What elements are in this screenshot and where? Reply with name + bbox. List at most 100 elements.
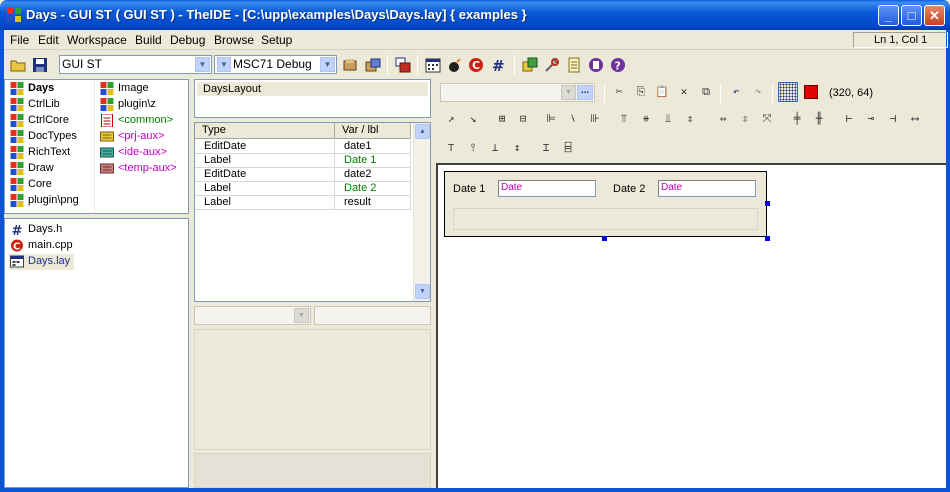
package-item[interactable]: <ide-aux> [99,145,167,161]
delete-icon[interactable]: ✕ [675,83,693,101]
align-left-icon[interactable]: ⊫ [542,110,560,128]
file-list[interactable]: # Days.h Cmain.cpp Days.lay [4,218,189,488]
anchor-top-icon[interactable]: ⊤ [442,139,460,157]
align-label-icon[interactable]: ⇕ [681,110,699,128]
cpp-icon[interactable]: C [468,57,484,73]
package-item[interactable]: Draw [9,161,54,177]
item-var-cell[interactable]: Date 2 [335,182,411,196]
menu-file[interactable]: File [10,33,29,47]
file-item[interactable]: Days.lay [9,254,75,270]
package-item[interactable]: Days [9,81,54,97]
title-bar[interactable]: Days - GUI ST ( GUI ST ) - TheIDE - [C:\… [0,0,950,30]
build-method-select[interactable]: ▼ MSC71 Debug ▼ [214,55,337,74]
dialog-preview[interactable]: Date 1 Date Date 2 Date [444,171,767,237]
packages-icon[interactable] [522,57,538,73]
anchor-vcenter-icon[interactable]: ⫯ [464,139,482,157]
align-right-icon[interactable]: ⊪ [586,110,604,128]
date1-label[interactable]: Date 1 [453,183,485,195]
header-hash-icon[interactable]: # [490,57,506,73]
anchor-hcenter-icon[interactable]: ⊸ [862,110,880,128]
package-item[interactable]: plugin\z [99,97,156,113]
package-item[interactable]: CtrlLib [9,97,60,113]
minimize-button[interactable]: _ [878,5,899,26]
menu-edit[interactable]: Edit [38,33,59,47]
duplicate-icon[interactable]: ⧉ [697,83,715,101]
align-top-icon[interactable]: ⫪ [615,110,633,128]
item-var-cell[interactable]: Date 1 [335,154,411,168]
anchor-hsize-icon[interactable]: ⟷ [906,110,924,128]
menu-browse[interactable]: Browse [214,33,254,47]
resize-handle-bottom[interactable] [602,236,607,241]
left-splitter[interactable] [190,79,193,488]
center-horizontal-icon[interactable]: ╫ [810,110,828,128]
package-item[interactable]: <temp-aux> [99,161,177,177]
chevron-down-icon[interactable]: ▼ [294,308,309,323]
scroll-up-button[interactable]: ▲ [415,124,430,139]
anchor-bottom-icon[interactable]: ⊥ [486,139,504,157]
file-item[interactable]: # Days.h [9,222,63,238]
package-item[interactable]: Core [9,177,52,193]
anchor-vcenter-fill-icon[interactable]: ⌸ [559,139,577,157]
maximize-button[interactable]: □ [901,5,922,26]
layout-list[interactable]: DaysLayout [194,79,431,118]
chevron-down-icon[interactable]: ▼ [320,57,335,72]
align-vcenter-icon[interactable]: ⧺ [637,110,655,128]
result-label[interactable] [453,208,758,230]
var-column-header[interactable]: Var / lbl [335,123,411,139]
type-column-header[interactable]: Type [195,123,335,139]
item-type-cell[interactable]: EditDate [195,140,335,154]
item-type-cell[interactable]: EditDate [195,168,335,182]
debug-bomb-icon[interactable] [447,57,463,73]
calendar-icon[interactable] [425,57,441,73]
size-height-icon[interactable]: ⇳ [736,110,754,128]
stop-icon[interactable] [804,85,818,99]
chevron-down-icon[interactable]: ▼ [195,57,210,72]
widget-class-select[interactable]: ▼ ... [440,83,595,102]
help-icon[interactable]: ? [610,57,626,73]
undo-icon[interactable]: ↶ [727,83,745,101]
tab-order-icon[interactable]: ↗ [442,110,460,128]
browse-button[interactable]: ... [577,85,593,100]
date1-edit[interactable]: Date [498,180,596,197]
grid-toggle-icon[interactable] [778,82,798,102]
cut-icon[interactable]: ✂ [610,83,628,101]
anchor-left-icon[interactable]: ⊢ [840,110,858,128]
resize-handle-corner[interactable] [765,236,770,241]
item-var-cell[interactable]: date2 [335,168,411,182]
align-hcenter-icon[interactable]: ⧷ [564,110,582,128]
build-icon[interactable] [342,57,358,73]
file-item[interactable]: Cmain.cpp [9,238,73,254]
main-config-select[interactable]: GUI ST ▼ [59,55,212,74]
property-select[interactable]: ▼ [194,306,311,325]
help-topics-icon[interactable] [588,57,604,73]
save-icon[interactable] [32,57,48,73]
scroll-down-button[interactable]: ▼ [415,284,430,299]
resize-handle-right[interactable] [765,201,770,206]
item-type-cell[interactable]: Label [195,154,335,168]
menu-setup[interactable]: Setup [261,33,292,47]
package-item[interactable]: CtrlCore [9,113,69,129]
package-item[interactable]: DocTypes [9,129,77,145]
paste-icon[interactable]: 📋 [653,83,671,101]
size-width-icon[interactable]: ⇔ [714,110,732,128]
package-item[interactable]: <common> [99,113,173,129]
items-scrollbar[interactable]: ▲ ▼ [413,123,430,301]
date2-label[interactable]: Date 2 [613,183,645,195]
package-item[interactable]: RichText [9,145,70,161]
open-folder-icon[interactable] [10,57,26,73]
document-icon[interactable] [566,57,582,73]
windows-icon[interactable] [395,57,411,73]
package-list[interactable]: Days CtrlLib CtrlCore DocTypes RichText Draw C… [4,79,189,214]
package-item[interactable]: <prj-aux> [99,129,164,145]
menu-debug[interactable]: Debug [170,33,205,47]
anchor-vsize-icon[interactable]: ↕ [508,139,526,157]
copy-icon[interactable]: ⎘ [632,83,650,101]
item-var-cell[interactable]: date1 [335,140,411,154]
property-value-field[interactable] [314,306,431,325]
same-width-icon[interactable]: ⊞ [493,110,511,128]
anchor-hcenter-fill-icon[interactable]: ⌶ [537,139,555,157]
size-both-icon[interactable]: ⤧ [758,110,776,128]
layout-item-dayslayout[interactable]: DaysLayout [197,82,428,96]
package-item[interactable]: Image [99,81,149,97]
item-var-cell[interactable]: result [335,196,411,210]
